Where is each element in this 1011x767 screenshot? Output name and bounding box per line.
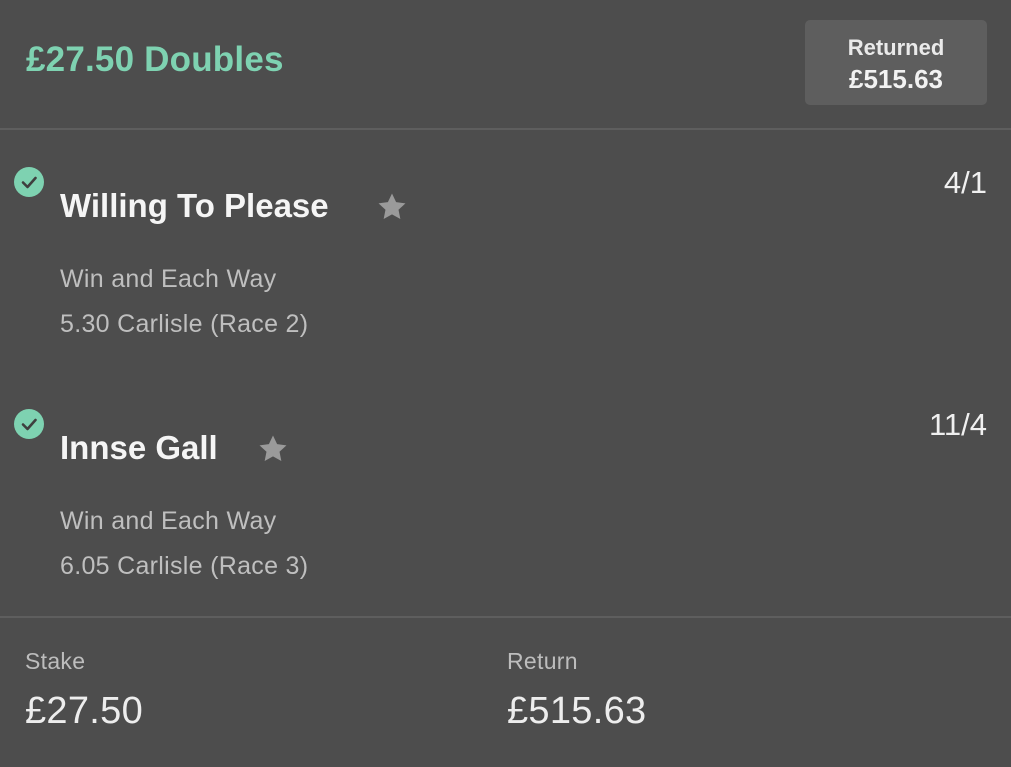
check-circle-icon xyxy=(14,409,44,439)
star-icon[interactable] xyxy=(375,190,409,224)
selection-item[interactable]: Innse Gall 11/4 Win and Each Way 6.05 Ca… xyxy=(0,392,1011,592)
selection-market: Win and Each Way xyxy=(60,265,277,293)
star-icon[interactable] xyxy=(256,432,290,466)
selection-item[interactable]: Willing To Please 4/1 Win and Each Way 5… xyxy=(0,150,1011,350)
selection-event: 6.05 Carlisle (Race 3) xyxy=(60,552,309,580)
bet-header: £27.50 Doubles Returned £515.63 xyxy=(0,0,1011,130)
bet-summary: Stake £27.50 Return £515.63 xyxy=(0,616,1011,767)
return-label: Return xyxy=(507,648,578,674)
selection-event: 5.30 Carlisle (Race 2) xyxy=(60,310,309,338)
check-circle-icon xyxy=(14,167,44,197)
selection-name: Willing To Please xyxy=(60,187,329,224)
selection-odds: 4/1 xyxy=(943,165,987,200)
stake-value: £27.50 xyxy=(25,690,144,732)
selection-market: Win and Each Way xyxy=(60,507,277,535)
stake-label: Stake xyxy=(25,648,86,674)
returned-label: Returned xyxy=(847,35,945,60)
returned-badge: Returned £515.63 xyxy=(805,20,987,105)
selection-odds: 11/4 xyxy=(928,407,987,442)
selection-name: Innse Gall xyxy=(60,429,218,466)
return-value: £515.63 xyxy=(507,690,647,732)
returned-value: £515.63 xyxy=(849,64,943,94)
bet-title: £27.50 Doubles xyxy=(26,40,284,79)
